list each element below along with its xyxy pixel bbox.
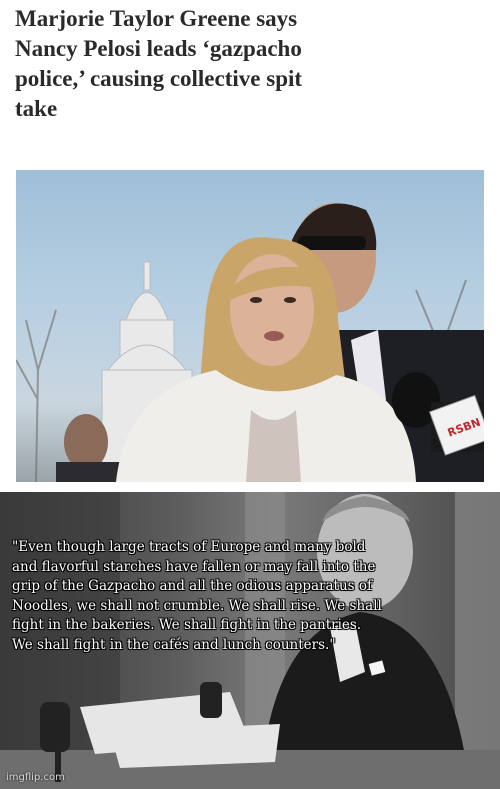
watermark: imgflip.com [6,772,65,783]
quote-text: "Even though large tracts of Europe and … [12,539,382,653]
top-photo: RSBN [16,170,484,482]
top-photo-illustration: RSBN [16,203,484,482]
headline: Marjorie Taylor Greene says Nancy Pelosi… [15,6,303,121]
